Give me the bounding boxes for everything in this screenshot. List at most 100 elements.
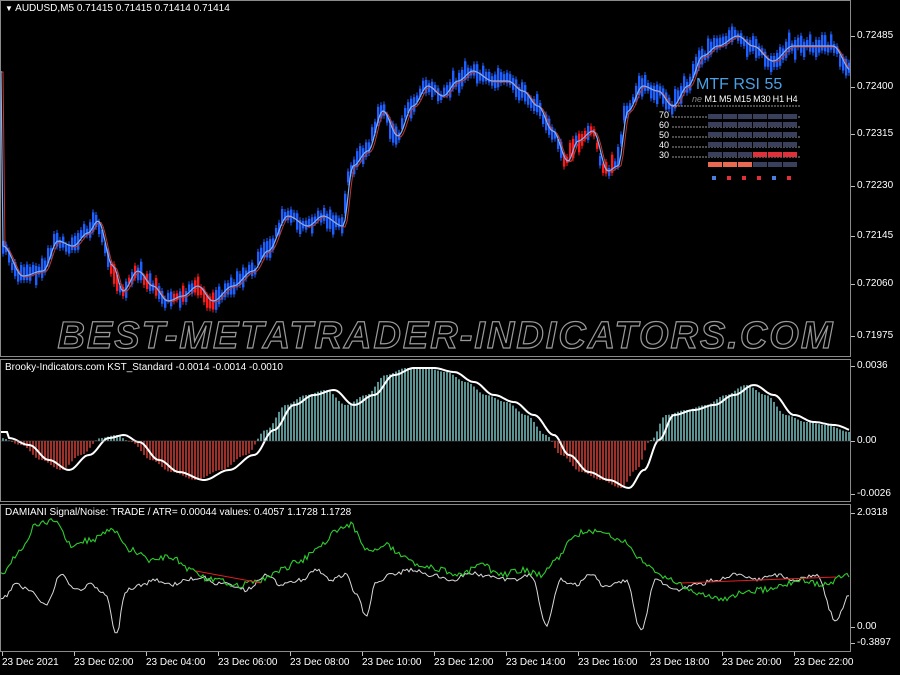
candle-body (476, 64, 479, 84)
damiani-tick: 0.00 (857, 621, 877, 632)
damiani-canvas (1, 517, 850, 634)
candle-body (770, 55, 773, 72)
candle-body (71, 237, 74, 251)
time-label: 23 Dec 12:00 (434, 657, 494, 668)
candle-body (803, 41, 806, 58)
mtf-rsi-dot (727, 176, 731, 180)
price-tick: 0.72485 (857, 30, 894, 41)
symbol-quote-text: AUDUSD,M5 0.71415 0.71415 0.71414 0.7141… (15, 3, 230, 14)
candle-body (182, 285, 185, 302)
mtf-rsi-cell (723, 122, 737, 127)
mtf-rsi-dot (712, 176, 716, 180)
candle-body (755, 39, 758, 58)
candle-body (800, 35, 803, 53)
candle-body (623, 105, 626, 121)
collapse-triangle-icon[interactable]: ▼ (5, 4, 13, 13)
kst-tick: -0.0026 (857, 488, 891, 499)
candle-body (404, 108, 407, 118)
candle-body (74, 235, 77, 251)
candle-body (335, 215, 338, 228)
mtf-rsi-cell (708, 132, 722, 137)
candle-body (251, 262, 254, 276)
time-label: 23 Dec 2021 (2, 657, 59, 668)
mtf-rsi-dot (787, 176, 791, 180)
candle-body (308, 218, 311, 226)
time-label: 23 Dec 10:00 (362, 657, 422, 668)
mtf-rsi-cell (768, 122, 782, 127)
candle-body (332, 215, 335, 235)
price-tick: 0.72060 (857, 278, 894, 289)
price-tick: 0.72400 (857, 81, 894, 92)
candle-body (809, 34, 812, 52)
damiani-indicator-panel[interactable]: DAMIANI Signal/Noise: TRADE / ATR= 0.000… (0, 504, 851, 652)
mtf-rsi-widget: MTF RSI 55 ne M1 M5 M15 M30 H1 H4 70 60 50 40… (656, 76, 806, 186)
time-label: 23 Dec 14:00 (506, 657, 566, 668)
candle-body (26, 264, 29, 280)
candle-body (11, 262, 14, 270)
candle-body (644, 75, 647, 91)
time-label: 23 Dec 18:00 (650, 657, 710, 668)
damiani-tick: 2.0318 (857, 507, 888, 518)
mtf-rsi-cell (753, 152, 767, 157)
mtf-rsi-cell (768, 162, 782, 167)
candle-body (509, 74, 512, 85)
candle-body (35, 265, 38, 286)
mtf-rsi-cell (723, 114, 737, 119)
time-label: 23 Dec 02:00 (74, 657, 134, 668)
mtf-rsi-cell (738, 114, 752, 119)
price-tick: 0.71975 (857, 330, 894, 341)
time-label: 23 Dec 08:00 (290, 657, 350, 668)
mtf-rsi-cell (753, 132, 767, 137)
mtf-rsi-cell (768, 142, 782, 147)
value-axis[interactable]: 0.72485 0.72400 0.72315 0.72230 0.72145 … (851, 0, 900, 655)
time-label: 23 Dec 06:00 (218, 657, 278, 668)
price-tick: 0.72145 (857, 230, 894, 241)
mtf-rsi-cell (753, 122, 767, 127)
mtf-rsi-grid (672, 105, 801, 180)
time-axis[interactable]: 23 Dec 2021 23 Dec 02:00 23 Dec 04:00 23… (0, 652, 900, 675)
candle-body (23, 267, 26, 281)
mtf-rsi-cell (783, 114, 797, 119)
mtf-rsi-cell (783, 122, 797, 127)
candle-body (326, 213, 329, 229)
mtf-rsi-cell (738, 122, 752, 127)
candle-body (833, 44, 836, 53)
candle-body (794, 40, 797, 60)
candle-body (815, 39, 818, 58)
mtf-rsi-cell (753, 142, 767, 147)
candle-body (485, 71, 488, 82)
watermark-text: BEST-METATRADER-INDICATORS.COM (57, 315, 834, 357)
mtf-rsi-cell (723, 142, 737, 147)
candle-body (218, 286, 221, 305)
candle-body (740, 33, 743, 44)
watermark: BEST-METATRADER-INDICATORS.COM (57, 314, 834, 357)
kst-tick: 0.0036 (857, 360, 888, 371)
price-chart-panel[interactable]: ▼ AUDUSD,M5 0.71415 0.71415 0.71414 0.71… (0, 0, 851, 358)
damiani-header: DAMIANI Signal/Noise: TRADE / ATR= 0.000… (5, 507, 352, 518)
kst-indicator-panel[interactable]: Brooky-Indicators.com KST_Standard -0.00… (0, 359, 851, 502)
damiani-threshold-line (195, 570, 837, 584)
mtf-rsi-cell (783, 162, 797, 167)
mtf-rsi-cell (723, 132, 737, 137)
damiani-signal-line (1, 517, 850, 602)
kst-signal-line (1, 367, 850, 490)
candle-body (233, 282, 236, 295)
candle-body (323, 207, 326, 221)
mtf-rsi-cell (723, 152, 737, 157)
mtf-rsi-cell (708, 122, 722, 127)
candle-body (167, 292, 170, 301)
mtf-rsi-dot (772, 176, 776, 180)
mtf-rsi-cell (783, 142, 797, 147)
mtf-rsi-cell (753, 114, 767, 119)
kst-canvas (1, 367, 850, 490)
damiani-noise-line (1, 567, 850, 634)
price-chart-header: ▼ AUDUSD,M5 0.71415 0.71415 0.71414 0.71… (5, 3, 230, 14)
damiani-tick: -0.3897 (857, 637, 891, 648)
mtf-rsi-cell (738, 152, 752, 157)
candle-body (473, 64, 476, 76)
mtf-rsi-cell (708, 142, 722, 147)
mtf-rsi-cell (708, 114, 722, 119)
candle-body (536, 94, 539, 113)
candle-body (596, 142, 599, 149)
mtf-rsi-cell (783, 152, 797, 157)
